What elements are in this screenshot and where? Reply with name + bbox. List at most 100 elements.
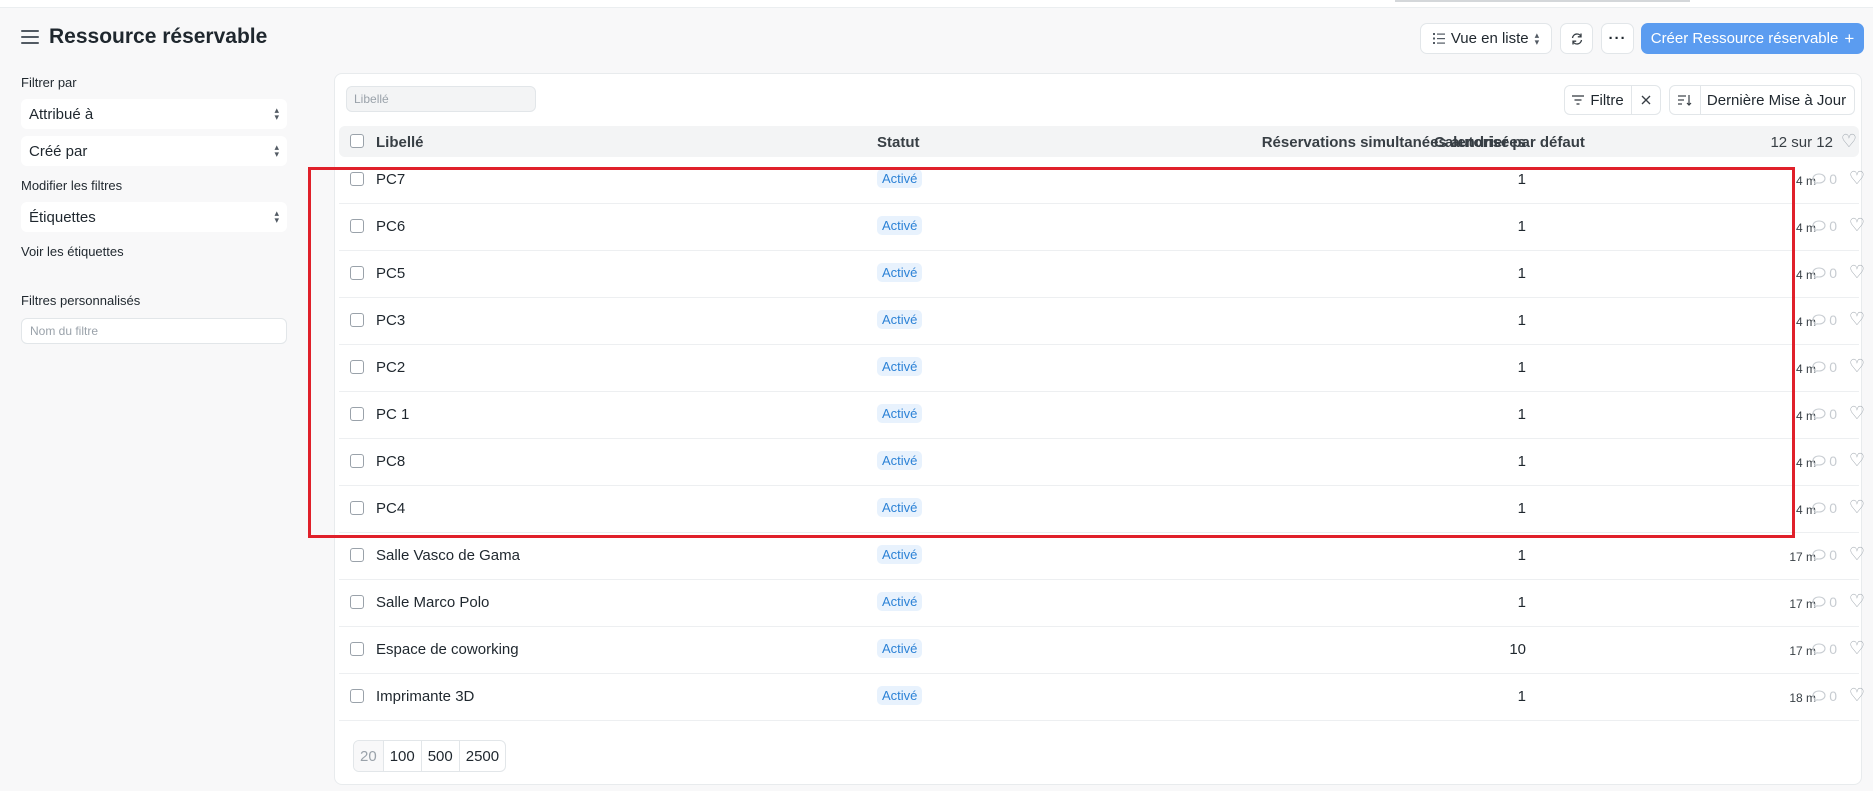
heart-icon[interactable]: ♡ xyxy=(1849,215,1865,236)
list-panel: Filtre Dernière Mise à Jour Libellé Stat… xyxy=(334,73,1865,785)
row-concurrent-count: 1 xyxy=(1517,265,1526,282)
tags-select[interactable]: Étiquettes ▴ ▾ xyxy=(21,202,287,232)
row-checkbox[interactable] xyxy=(350,219,364,233)
row-checkbox[interactable] xyxy=(350,360,364,374)
heart-icon[interactable]: ♡ xyxy=(1849,638,1865,659)
row-checkbox[interactable] xyxy=(350,407,364,421)
comment-count[interactable]: 0 xyxy=(1812,500,1837,516)
row-name[interactable]: Salle Marco Polo xyxy=(376,594,489,611)
comment-count[interactable]: 0 xyxy=(1812,547,1837,563)
view-switcher-button[interactable]: Vue en liste ▴ ▾ xyxy=(1420,23,1552,54)
table-row[interactable]: Salle Marco Polo Activé 1 17 m 0 ♡ xyxy=(339,580,1865,627)
heart-icon[interactable]: ♡ xyxy=(1849,450,1865,471)
row-name[interactable]: Salle Vasco de Gama xyxy=(376,547,520,564)
heart-icon[interactable]: ♡ xyxy=(1849,685,1865,706)
assigned-to-select[interactable]: Attribué à ▴ ▾ xyxy=(21,99,287,129)
heart-icon[interactable]: ♡ xyxy=(1849,497,1865,518)
clear-filter-button[interactable] xyxy=(1631,85,1661,115)
table-row[interactable]: Espace de coworking Activé 10 17 m 0 ♡ xyxy=(339,627,1865,674)
row-name[interactable]: PC8 xyxy=(376,453,405,470)
heart-icon[interactable]: ♡ xyxy=(1849,309,1865,330)
sort-button[interactable]: Dernière Mise à Jour xyxy=(1669,85,1855,115)
sort-icon xyxy=(1677,95,1692,106)
filter-button[interactable]: Filtre xyxy=(1564,85,1632,115)
table-row[interactable]: PC3 Activé 1 4 m 0 ♡ xyxy=(339,298,1865,345)
custom-filters-label: Filtres personnalisés xyxy=(21,293,141,308)
refresh-button[interactable] xyxy=(1560,23,1593,54)
comment-count[interactable]: 0 xyxy=(1812,218,1837,234)
heart-icon[interactable]: ♡ xyxy=(1849,544,1865,565)
show-tags-link[interactable]: Voir les étiquettes xyxy=(21,244,124,259)
page-size-option[interactable]: 20 xyxy=(354,741,384,771)
row-checkbox[interactable] xyxy=(350,595,364,609)
heart-icon[interactable]: ♡ xyxy=(1849,403,1865,424)
filter-icon xyxy=(1572,95,1585,105)
comment-count[interactable]: 0 xyxy=(1812,312,1837,328)
comment-count[interactable]: 0 xyxy=(1812,641,1837,657)
table-row[interactable]: PC5 Activé 1 4 m 0 ♡ xyxy=(339,251,1865,298)
comment-icon xyxy=(1812,314,1826,326)
table-row[interactable]: PC 1 Activé 1 4 m 0 ♡ xyxy=(339,392,1865,439)
row-name[interactable]: PC 1 xyxy=(376,406,409,423)
row-concurrent-count: 1 xyxy=(1517,500,1526,517)
updown-chevron-icon: ▴ ▾ xyxy=(274,105,279,122)
comment-count[interactable]: 0 xyxy=(1812,171,1837,187)
column-header-name[interactable]: Libellé xyxy=(376,134,424,151)
comment-count[interactable]: 0 xyxy=(1812,359,1837,375)
select-all-checkbox[interactable] xyxy=(350,134,364,148)
created-by-select[interactable]: Créé par ▴ ▾ xyxy=(21,136,287,166)
row-name[interactable]: PC2 xyxy=(376,359,405,376)
libelle-search-input[interactable] xyxy=(346,86,536,112)
column-header-calendar[interactable]: Calendrier par défaut xyxy=(1434,134,1585,151)
table-row[interactable]: PC6 Activé 1 4 m 0 ♡ xyxy=(339,204,1865,251)
heart-icon[interactable]: ♡ xyxy=(1849,591,1865,612)
row-checkbox[interactable] xyxy=(350,689,364,703)
hamburger-icon[interactable] xyxy=(21,30,39,46)
filter-name-input[interactable] xyxy=(21,318,287,344)
heart-icon[interactable]: ♡ xyxy=(1849,168,1865,189)
row-name[interactable]: PC7 xyxy=(376,171,405,188)
comment-count[interactable]: 0 xyxy=(1812,688,1837,704)
row-checkbox[interactable] xyxy=(350,313,364,327)
heart-icon[interactable]: ♡ xyxy=(1841,131,1857,152)
table-row[interactable]: PC4 Activé 1 4 m 0 ♡ xyxy=(339,486,1865,533)
row-checkbox[interactable] xyxy=(350,642,364,656)
page-title: Ressource réservable xyxy=(49,25,268,48)
refresh-icon xyxy=(1571,32,1582,45)
row-name[interactable]: Espace de coworking xyxy=(376,641,519,658)
comment-count[interactable]: 0 xyxy=(1812,453,1837,469)
row-checkbox[interactable] xyxy=(350,266,364,280)
row-name[interactable]: PC5 xyxy=(376,265,405,282)
row-checkbox[interactable] xyxy=(350,548,364,562)
row-checkbox[interactable] xyxy=(350,501,364,515)
comment-icon xyxy=(1812,690,1826,702)
row-name[interactable]: PC6 xyxy=(376,218,405,235)
comment-icon xyxy=(1812,361,1826,373)
comment-icon xyxy=(1812,408,1826,420)
table-row[interactable]: PC8 Activé 1 4 m 0 ♡ xyxy=(339,439,1865,486)
heart-icon[interactable]: ♡ xyxy=(1849,262,1865,283)
table-row[interactable]: PC2 Activé 1 4 m 0 ♡ xyxy=(339,345,1865,392)
page-size-option[interactable]: 500 xyxy=(422,741,460,771)
create-resource-button[interactable]: Créer Ressource réservable + xyxy=(1641,23,1864,54)
comment-count[interactable]: 0 xyxy=(1812,406,1837,422)
row-checkbox[interactable] xyxy=(350,454,364,468)
heart-icon[interactable]: ♡ xyxy=(1849,356,1865,377)
column-header-status[interactable]: Statut xyxy=(877,134,920,151)
comment-icon xyxy=(1812,455,1826,467)
page-size-option[interactable]: 100 xyxy=(384,741,422,771)
comment-count[interactable]: 0 xyxy=(1812,265,1837,281)
row-name[interactable]: PC3 xyxy=(376,312,405,329)
row-checkbox[interactable] xyxy=(350,172,364,186)
row-name[interactable]: PC4 xyxy=(376,500,405,517)
comment-count[interactable]: 0 xyxy=(1812,594,1837,610)
page-size-option[interactable]: 2500 xyxy=(460,741,505,771)
table-row[interactable]: Salle Vasco de Gama Activé 1 17 m 0 ♡ xyxy=(339,533,1865,580)
comment-count-value: 0 xyxy=(1829,218,1837,234)
more-actions-button[interactable]: ··· xyxy=(1601,23,1634,54)
horizontal-scrollbar[interactable] xyxy=(1395,0,1690,2)
table-row[interactable]: PC7 Activé 1 4 m 0 ♡ xyxy=(339,157,1865,204)
table-row[interactable]: Imprimante 3D Activé 1 18 m 0 ♡ xyxy=(339,674,1865,721)
row-name[interactable]: Imprimante 3D xyxy=(376,688,474,705)
edit-filters-link[interactable]: Modifier les filtres xyxy=(21,178,122,193)
